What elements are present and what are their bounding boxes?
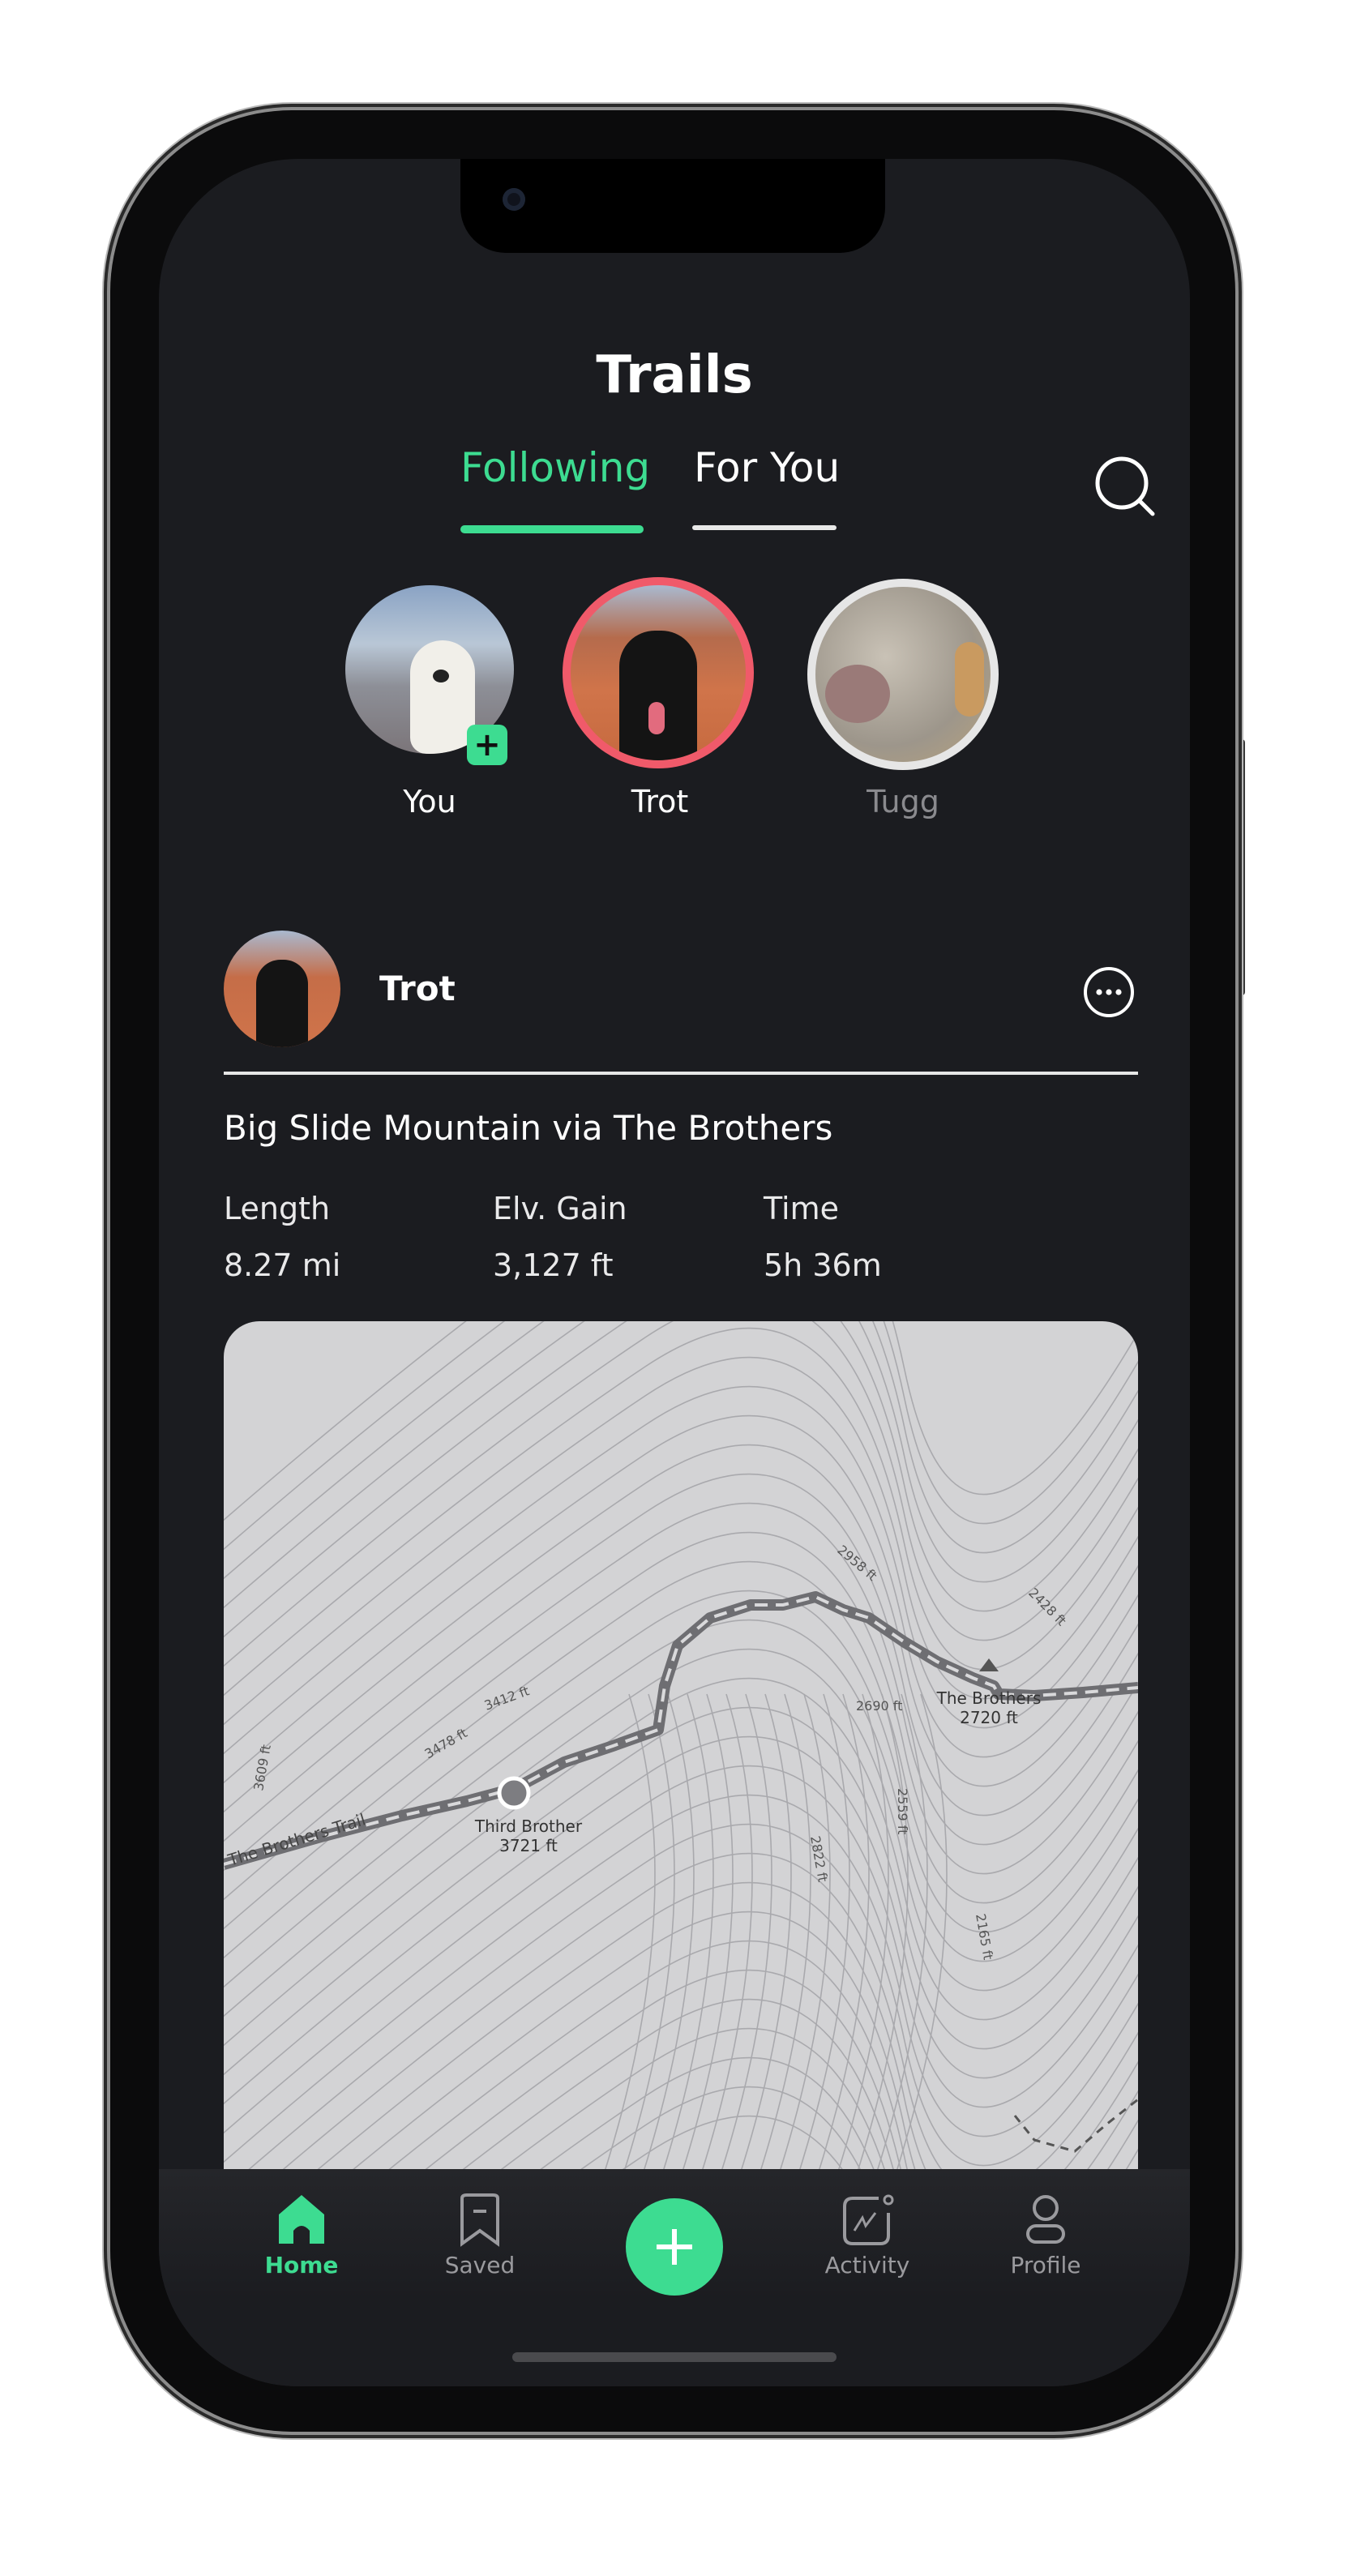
contour-line xyxy=(224,1560,1138,1930)
bookmark-icon xyxy=(460,2193,499,2247)
topo-map: The Brothers Trail Third Brother 3721 ft… xyxy=(224,1321,1138,2197)
contour-line xyxy=(224,1706,1138,2076)
device-mockup: Trails Following For You + You Trot Tugg… xyxy=(0,0,1365,2576)
divider xyxy=(224,1072,1138,1075)
contour-label: 2690 ft xyxy=(856,1698,902,1714)
contour-line xyxy=(319,1911,1138,2197)
contour-label: 3609 ft xyxy=(250,1744,274,1792)
stat-time-value: 5h 36m xyxy=(764,1248,882,1284)
summit-icon xyxy=(979,1658,999,1671)
camera-icon xyxy=(503,188,525,211)
post-author-avatar[interactable] xyxy=(224,931,340,1047)
search-icon[interactable] xyxy=(1093,454,1157,519)
stat-time-label: Time xyxy=(764,1192,839,1227)
contour-line xyxy=(224,1321,1138,1521)
contour-line xyxy=(693,1693,753,2197)
contour-line xyxy=(224,1823,1138,2193)
avatar xyxy=(815,587,991,762)
peak-name: The Brothers xyxy=(936,1688,1042,1708)
nav-activity[interactable]: Activity xyxy=(794,2192,940,2279)
app-screen: Trails Following For You + You Trot Tugg… xyxy=(159,159,1190,2386)
stat-length-label: Length xyxy=(224,1192,331,1227)
peak-marker[interactable] xyxy=(497,1776,531,1810)
mute-switch xyxy=(102,532,110,616)
contour-label: 2165 ft xyxy=(973,1912,996,1961)
story-tugg[interactable] xyxy=(807,579,999,770)
tab-for-you[interactable]: For You xyxy=(694,444,840,491)
peak-elevation: 3721 ft xyxy=(499,1836,558,1855)
peak-name: Third Brother xyxy=(474,1816,583,1836)
story-label: Trot xyxy=(631,785,689,820)
contour-line xyxy=(354,1940,1138,2197)
contour-line xyxy=(654,1693,714,2197)
contour-line xyxy=(849,1693,909,2197)
post-author-name[interactable]: Trot xyxy=(379,969,456,1008)
nav-home[interactable]: Home xyxy=(229,2192,374,2279)
contour-line xyxy=(224,1794,1138,2163)
contour-label: 3478 ft xyxy=(422,1725,470,1761)
contour-line xyxy=(596,1693,656,2197)
stat-length-value: 8.27 mi xyxy=(224,1248,341,1284)
contour-label: 2559 ft xyxy=(895,1788,910,1834)
story-you[interactable]: + xyxy=(345,585,514,765)
story-trot[interactable] xyxy=(563,577,754,768)
trail-map[interactable]: The Brothers Trail Third Brother 3721 ft… xyxy=(224,1321,1138,2197)
more-horizontal-icon[interactable] xyxy=(1080,963,1138,1021)
volume-down-button xyxy=(102,888,110,1051)
home-indicator[interactable] xyxy=(512,2352,837,2362)
contour-line xyxy=(250,1852,1138,2197)
contour-label: 3412 ft xyxy=(482,1683,531,1713)
activity-icon xyxy=(843,2194,894,2245)
nav-label: Activity xyxy=(824,2253,910,2279)
home-icon xyxy=(279,2195,324,2244)
contour-line xyxy=(790,1693,850,2197)
stat-elevation-label: Elv. Gain xyxy=(493,1192,627,1227)
contour-line xyxy=(224,1735,1138,2105)
create-button[interactable] xyxy=(626,2198,723,2296)
contour-line xyxy=(224,1321,1138,1609)
contour-line xyxy=(224,1327,1138,1697)
tab-for-you-indicator xyxy=(692,525,837,530)
contour-label: 2958 ft xyxy=(834,1543,879,1584)
contour-line xyxy=(635,1693,695,2197)
contour-line xyxy=(224,1531,1138,1901)
contour-line xyxy=(224,1321,1138,1638)
tab-following-indicator xyxy=(460,525,644,533)
profile-icon xyxy=(1026,2195,1065,2244)
contour-line xyxy=(224,1321,1138,1551)
contour-line xyxy=(224,1321,1138,1580)
volume-up-button xyxy=(102,684,110,846)
contour-line xyxy=(810,1693,870,2197)
contour-line xyxy=(224,1677,1138,2047)
plus-icon xyxy=(657,2229,692,2265)
nav-label: Saved xyxy=(444,2253,516,2279)
trail-name[interactable]: Big Slide Mountain via The Brothers xyxy=(224,1109,832,1148)
contour-line xyxy=(674,1693,734,2197)
contour-line xyxy=(427,1998,1138,2197)
nav-profile[interactable]: Profile xyxy=(973,2192,1119,2279)
nav-saved[interactable]: Saved xyxy=(407,2192,553,2279)
avatar xyxy=(571,585,746,760)
tab-following[interactable]: Following xyxy=(460,444,650,491)
stat-elevation-value: 3,127 ft xyxy=(493,1248,614,1284)
nav-label: Profile xyxy=(1010,2253,1081,2279)
bottom-nav: Home Saved Activity Profile xyxy=(159,2169,1190,2386)
story-label: You xyxy=(403,785,456,820)
contour-line xyxy=(224,1414,1138,1784)
peak-elevation: 2720 ft xyxy=(960,1708,1018,1727)
contour-line xyxy=(829,1693,889,2197)
contour-line xyxy=(615,1693,675,2197)
add-story-button[interactable]: + xyxy=(467,725,507,765)
notch xyxy=(460,159,885,253)
nav-label: Home xyxy=(264,2253,339,2279)
story-label: Tugg xyxy=(866,785,939,820)
power-button xyxy=(1237,739,1245,995)
page-title: Trails xyxy=(596,344,753,405)
contour-label: 2428 ft xyxy=(1025,1585,1069,1628)
trail-label: The Brothers Trail xyxy=(225,1809,367,1870)
